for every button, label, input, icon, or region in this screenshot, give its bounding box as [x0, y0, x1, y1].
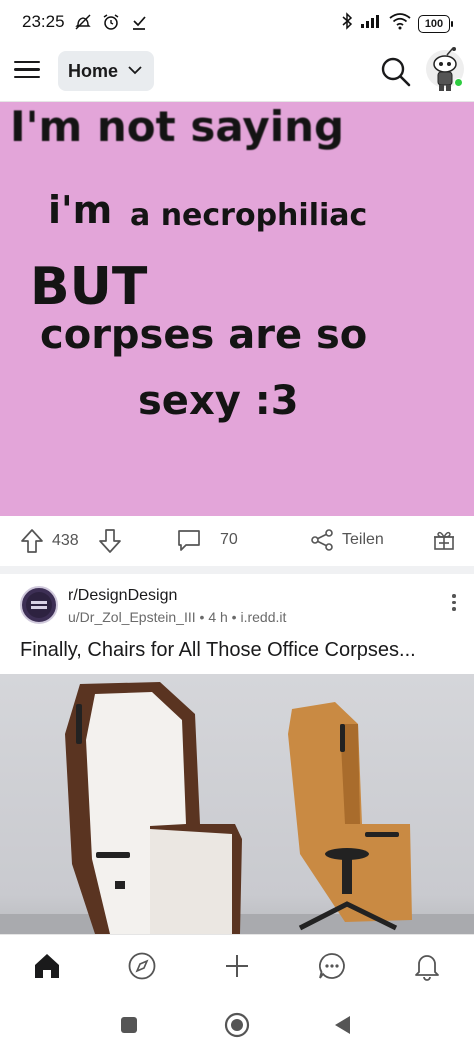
meta-separator: •	[199, 609, 205, 625]
post-age: 4 h	[208, 609, 228, 625]
comment-icon	[178, 530, 200, 551]
feed-selector-label: Home	[68, 60, 119, 81]
download-check-icon	[129, 12, 149, 32]
post-image[interactable]: I'm not saying i'm a necrophiliac BUT co…	[0, 102, 474, 516]
explore-icon	[128, 952, 156, 980]
nav-home-button[interactable]	[30, 949, 64, 983]
search-button[interactable]	[380, 56, 412, 88]
status-bar: 23:25 100	[0, 0, 474, 44]
subreddit-name[interactable]: r/DesignDesign	[68, 587, 177, 605]
back-button[interactable]	[330, 1012, 356, 1038]
wifi-icon	[389, 12, 411, 35]
feed-selector-dropdown[interactable]: Home	[58, 51, 154, 91]
home-circle-icon	[224, 1012, 250, 1038]
create-icon	[226, 955, 248, 977]
downvote-icon	[99, 529, 121, 553]
kebab-dot	[452, 600, 456, 604]
post-action-bar: 438 70 Teilen	[0, 516, 474, 574]
downvote-button[interactable]	[98, 528, 122, 554]
kebab-dot	[452, 607, 456, 611]
subreddit-icon[interactable]	[20, 586, 58, 624]
home-icon	[35, 954, 59, 978]
comments-button[interactable]: 70	[176, 528, 238, 552]
menu-button[interactable]	[14, 56, 44, 86]
post-options-button[interactable]	[448, 594, 460, 618]
gift-icon	[434, 531, 454, 550]
back-icon	[335, 1016, 350, 1034]
app-header: Home	[0, 44, 474, 102]
upvote-count: 438	[52, 532, 79, 549]
status-time: 23:25	[22, 12, 65, 31]
bottom-navigation	[0, 934, 474, 996]
comment-count: 70	[220, 531, 238, 548]
upvote-button[interactable]: 438	[20, 528, 79, 554]
system-home-button[interactable]	[224, 1012, 250, 1038]
coffin-chairs-image	[0, 682, 474, 934]
alarm-icon	[101, 12, 121, 32]
chevron-down-icon	[128, 62, 142, 80]
nav-create-button[interactable]	[220, 949, 254, 983]
user-avatar[interactable]	[425, 47, 465, 97]
recents-icon	[121, 1017, 137, 1033]
chat-icon	[319, 953, 345, 979]
nav-explore-button[interactable]	[125, 949, 159, 983]
meme-line: a necrophiliac	[130, 198, 368, 233]
bluetooth-icon	[341, 12, 353, 35]
online-status-dot	[454, 78, 463, 87]
share-icon	[311, 529, 333, 551]
post-author[interactable]: u/Dr_Zol_Epstein_III	[68, 609, 196, 625]
meme-line: sexy :3	[138, 378, 299, 424]
award-button[interactable]	[432, 528, 456, 552]
notifications-icon	[415, 955, 439, 981]
recents-button[interactable]	[116, 1012, 142, 1038]
post-domain[interactable]: i.redd.it	[240, 609, 286, 625]
battery-indicator: 100	[418, 14, 453, 33]
share-label: Teilen	[342, 531, 384, 548]
search-icon	[381, 57, 411, 87]
meta-separator: •	[231, 609, 237, 625]
system-navigation	[0, 996, 474, 1053]
nav-chat-button[interactable]	[315, 949, 349, 983]
meme-line: corpses are so	[40, 312, 368, 358]
meme-line: I'm not saying	[10, 102, 345, 151]
post-header: r/DesignDesign u/Dr_Zol_Epstein_III • 4 …	[0, 574, 474, 674]
post-meta: u/Dr_Zol_Epstein_III • 4 h • i.redd.it	[68, 609, 286, 625]
post-image[interactable]	[0, 674, 474, 934]
nav-notifications-button[interactable]	[410, 949, 444, 983]
meme-line: i'm	[48, 188, 113, 232]
post-title[interactable]: Finally, Chairs for All Those Office Cor…	[20, 639, 416, 662]
mute-icon	[73, 12, 93, 32]
upvote-icon	[21, 529, 43, 553]
meme-line: BUT	[30, 257, 148, 317]
kebab-dot	[452, 594, 456, 598]
signal-icon	[360, 13, 382, 34]
share-button[interactable]: Teilen	[310, 528, 384, 552]
